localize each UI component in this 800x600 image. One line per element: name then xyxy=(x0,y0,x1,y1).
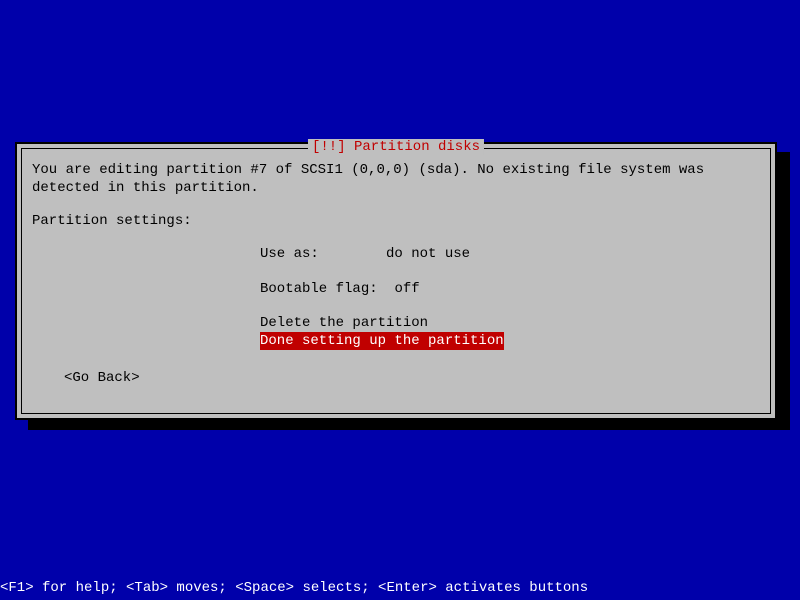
bootable-value: off xyxy=(394,281,419,297)
spacer xyxy=(260,300,760,314)
use-as-value: do not use xyxy=(386,246,470,262)
use-as-setting[interactable]: Use as: do not use xyxy=(260,245,760,263)
dialog-title: [!!] Partition disks xyxy=(308,139,484,155)
partition-dialog: [!!] Partition disks You are editing par… xyxy=(15,142,777,420)
go-back-button[interactable]: <Go Back> xyxy=(64,370,760,386)
dialog-content: You are editing partition #7 of SCSI1 (0… xyxy=(22,149,770,398)
dialog-border: [!!] Partition disks You are editing par… xyxy=(21,148,771,414)
bootable-label: Bootable flag: xyxy=(260,281,378,297)
use-as-label: Use as: xyxy=(260,246,319,262)
section-label: Partition settings: xyxy=(32,213,760,229)
bootable-setting[interactable]: Bootable flag: off xyxy=(260,280,760,298)
delete-partition-action[interactable]: Delete the partition xyxy=(260,314,428,332)
partition-description: You are editing partition #7 of SCSI1 (0… xyxy=(32,161,760,197)
help-footer: <F1> for help; <Tab> moves; <Space> sele… xyxy=(0,580,588,596)
spacer xyxy=(260,266,760,280)
dialog-title-text: [!!] Partition disks xyxy=(312,139,480,155)
settings-area: Use as: do not use Bootable flag: off De… xyxy=(260,245,760,350)
done-setting-action[interactable]: Done setting up the partition xyxy=(260,332,504,350)
